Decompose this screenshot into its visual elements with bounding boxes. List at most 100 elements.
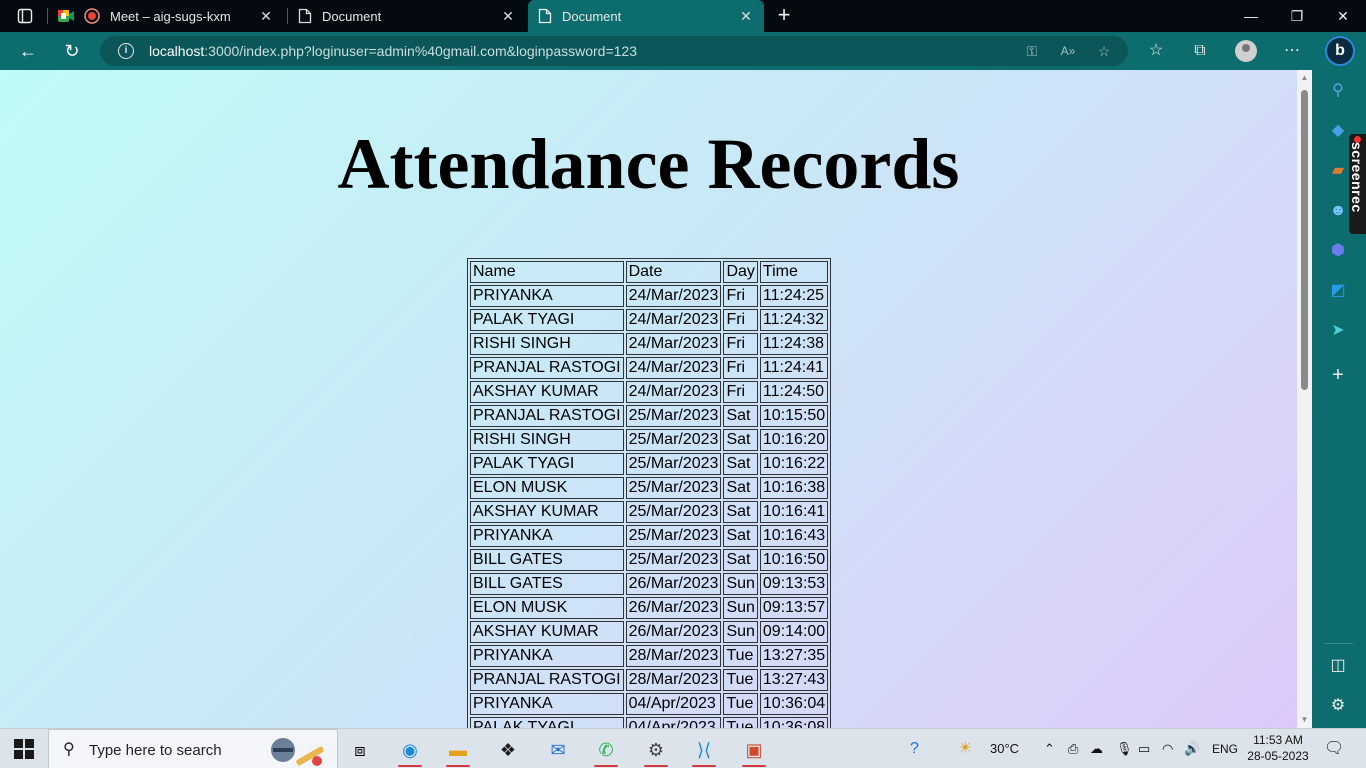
table-row: AKSHAY KUMAR 26/Mar/2023 Sun 09:14:00	[470, 621, 829, 643]
close-tab-icon[interactable]: ✕	[258, 8, 274, 24]
active-indicator	[446, 765, 470, 767]
refresh-button[interactable]: ↻	[58, 38, 86, 64]
table-row: BILL GATES 26/Mar/2023 Sun 09:13:53	[470, 573, 829, 595]
wifi-icon[interactable]: ◠	[1162, 739, 1173, 759]
drop-send-icon[interactable]: ➤	[1326, 319, 1350, 343]
read-aloud-icon[interactable]: A»	[1058, 42, 1078, 60]
table-cell: AKSHAY KUMAR	[470, 501, 624, 523]
table-cell: Sun	[723, 573, 758, 595]
table-row: AKSHAY KUMAR 24/Mar/2023 Fri 11:24:50	[470, 381, 829, 403]
site-info-icon[interactable]: i	[118, 43, 134, 59]
page-scrollbar[interactable]: ▲ ▼	[1297, 70, 1312, 728]
navigation-bar: ← ↻ i localhost:3000/index.php?loginuser…	[0, 32, 1312, 70]
file-explorer-icon[interactable]: ▬	[438, 733, 478, 767]
table-cell: Sat	[723, 525, 758, 547]
minimize-button[interactable]: —	[1228, 0, 1274, 32]
windows-start-icon[interactable]	[14, 739, 34, 759]
address-bar[interactable]: i localhost:3000/index.php?loginuser=adm…	[100, 36, 1128, 66]
close-window-button[interactable]: ✕	[1320, 0, 1366, 32]
taskbar-search-box[interactable]: ⚲ Type here to search	[48, 729, 338, 768]
onedrive-icon[interactable]: ☁	[1090, 739, 1103, 759]
active-indicator	[594, 765, 618, 767]
show-hidden-icons-icon[interactable]: ⌃	[1044, 739, 1055, 759]
table-cell: 25/Mar/2023	[625, 477, 722, 499]
table-cell: AKSHAY KUMAR	[470, 621, 624, 643]
table-cell: 04/Apr/2023	[625, 717, 722, 728]
close-tab-icon[interactable]: ✕	[738, 8, 754, 24]
table-cell: 10:16:50	[759, 549, 829, 571]
table-cell: 09:13:53	[759, 573, 829, 595]
profile-avatar[interactable]	[1235, 40, 1257, 62]
back-button[interactable]: ←	[14, 38, 42, 64]
clock[interactable]: 11:53 AM 28-05-2023	[1247, 732, 1309, 764]
table-cell: PALAK TYAGI	[470, 717, 624, 728]
more-menu-icon[interactable]: ⋯	[1280, 40, 1304, 62]
mail-icon[interactable]: ✉	[538, 733, 578, 767]
sidebar-settings-icon[interactable]: ⚙	[1326, 694, 1350, 718]
scroll-up-icon[interactable]: ▲	[1300, 74, 1309, 82]
table-cell: 25/Mar/2023	[625, 549, 722, 571]
settings-icon[interactable]: ⚙	[636, 733, 676, 767]
microsoft-365-icon[interactable]: ⬢	[1326, 239, 1350, 263]
favorites-icon[interactable]: ☆	[1144, 40, 1168, 62]
table-row: AKSHAY KUMAR 25/Mar/2023 Sat 10:16:41	[470, 501, 829, 523]
tab-actions-button[interactable]	[8, 4, 42, 28]
table-cell: Fri	[723, 381, 758, 403]
url-path: :3000/index.php?loginuser=admin%40gmail.…	[204, 43, 637, 59]
edge-app-icon[interactable]: ◉	[390, 733, 430, 767]
volume-icon[interactable]: 🔊	[1184, 739, 1200, 759]
help-icon[interactable]: ?	[910, 739, 919, 759]
search-icon[interactable]: ⚲	[1326, 79, 1350, 103]
microphone-icon[interactable]: 🎙	[1116, 739, 1133, 759]
table-cell: PALAK TYAGI	[470, 453, 624, 475]
document-icon	[298, 8, 312, 24]
table-cell: Sat	[723, 405, 758, 427]
notifications-icon[interactable]: 🗨	[1324, 739, 1344, 759]
weather-icon[interactable]: ☀	[958, 739, 972, 759]
table-cell: PRANJAL RASTOGI	[470, 405, 624, 427]
key-icon[interactable]: ⚿	[1022, 42, 1042, 60]
powerpoint-icon[interactable]: ▣	[734, 733, 774, 767]
outlook-icon[interactable]: ◩	[1326, 279, 1350, 303]
add-favorite-icon[interactable]: ☆	[1094, 42, 1114, 60]
url-text[interactable]: localhost:3000/index.php?loginuser=admin…	[149, 43, 637, 59]
table-cell: PRIYANKA	[470, 285, 624, 307]
collections-icon[interactable]: ⧉	[1188, 40, 1212, 62]
usb-icon[interactable]: ⎙	[1068, 739, 1078, 759]
table-row: RISHI SINGH 25/Mar/2023 Sat 10:16:20	[470, 429, 829, 451]
cricket-search-highlight-icon	[271, 738, 324, 766]
restore-button[interactable]: ❐	[1274, 0, 1320, 32]
table-cell: 25/Mar/2023	[625, 501, 722, 523]
screenrec-widget[interactable]: screenrec	[1349, 134, 1366, 234]
scrollbar-thumb[interactable]	[1301, 90, 1308, 390]
tools-briefcase-icon[interactable]: ▰	[1326, 159, 1350, 183]
add-sidebar-app-icon[interactable]: +	[1326, 363, 1350, 387]
tab-title: Document	[562, 8, 622, 24]
tab-document-1[interactable]: Document ✕	[290, 0, 526, 32]
whatsapp-icon[interactable]: ✆	[586, 733, 626, 767]
weather-temperature[interactable]: 30°C	[990, 739, 1019, 759]
shopping-tag-icon[interactable]: ◆	[1326, 119, 1350, 143]
table-row: BILL GATES 25/Mar/2023 Sat 10:16:50	[470, 549, 829, 571]
vscode-icon[interactable]: ⟩⟨	[684, 733, 724, 767]
bing-chat-icon[interactable]: b	[1325, 36, 1355, 66]
new-tab-button[interactable]: +	[772, 4, 796, 28]
dropbox-icon[interactable]: ❖	[488, 733, 528, 767]
hide-sidebar-icon[interactable]: ◫	[1326, 654, 1350, 678]
task-view-icon[interactable]: ⧈	[340, 733, 380, 767]
people-icon[interactable]: ☻	[1326, 199, 1350, 223]
tab-document-active[interactable]: Document ✕	[528, 0, 764, 32]
close-tab-icon[interactable]: ✕	[500, 8, 516, 24]
battery-icon[interactable]: ▭	[1138, 739, 1150, 759]
table-cell: 24/Mar/2023	[625, 357, 722, 379]
table-cell: 09:14:00	[759, 621, 829, 643]
scroll-down-icon[interactable]: ▼	[1300, 716, 1309, 724]
table-cell: PRANJAL RASTOGI	[470, 669, 624, 691]
language-indicator[interactable]: ENG	[1212, 739, 1238, 759]
table-row: PRIYANKA 28/Mar/2023 Tue 13:27:35	[470, 645, 829, 667]
table-row: ELON MUSK 25/Mar/2023 Sat 10:16:38	[470, 477, 829, 499]
tab-meet[interactable]: Meet – aig-sugs-kxm ✕	[50, 0, 284, 32]
table-cell: 10:16:43	[759, 525, 829, 547]
column-header: Time	[759, 261, 829, 283]
table-cell: 11:24:41	[759, 357, 829, 379]
